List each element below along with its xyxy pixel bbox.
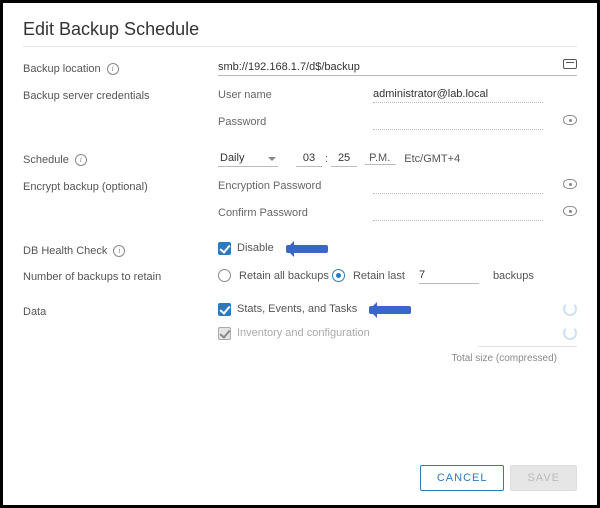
username-input[interactable] <box>373 86 543 103</box>
annotation-arrow-icon <box>363 302 411 316</box>
frequency-select[interactable]: Daily <box>218 150 278 167</box>
divider <box>478 346 577 347</box>
retain-last-pre: Retain last <box>353 270 405 282</box>
label-username: User name <box>218 89 373 101</box>
password-input[interactable] <box>373 113 543 130</box>
hour-input[interactable] <box>296 150 322 167</box>
info-icon[interactable]: i <box>107 63 119 75</box>
timezone-text: Etc/GMT+4 <box>396 153 460 165</box>
disable-checkbox[interactable]: Disable <box>218 242 274 255</box>
info-icon[interactable]: i <box>113 245 125 257</box>
encryption-password-input[interactable] <box>373 177 543 194</box>
retain-last-post: backups <box>493 270 534 282</box>
label-db-health: DB Health Check <box>23 245 107 257</box>
save-button[interactable]: SAVE <box>510 465 577 491</box>
retain-all-radio[interactable]: Retain all backups <box>218 269 329 282</box>
eye-icon[interactable] <box>563 179 577 189</box>
total-size-label: Total size (compressed) <box>218 353 577 364</box>
label-password: Password <box>218 116 373 128</box>
label-enc-pw: Encryption Password <box>218 180 373 192</box>
eye-icon[interactable] <box>563 115 577 125</box>
eye-icon[interactable] <box>563 206 577 216</box>
loading-spinner-icon <box>563 302 577 316</box>
dialog-title: Edit Backup Schedule <box>23 19 577 40</box>
retain-count-input[interactable] <box>419 267 479 284</box>
stats-label: Stats, Events, and Tasks <box>237 303 357 315</box>
divider <box>23 46 577 47</box>
label-retain: Number of backups to retain <box>23 271 161 283</box>
credential-card-icon[interactable] <box>563 59 577 69</box>
stats-checkbox[interactable]: Stats, Events, and Tasks <box>218 303 357 316</box>
dialog: Edit Backup Schedule Backup location i B… <box>3 3 597 505</box>
label-conf-pw: Confirm Password <box>218 207 373 219</box>
ampm-toggle[interactable]: P.M. <box>365 152 396 165</box>
label-credentials: Backup server credentials <box>23 90 150 102</box>
disable-label: Disable <box>237 242 274 254</box>
label-backup-location: Backup location <box>23 63 101 75</box>
inventory-checkbox: Inventory and configuration <box>218 327 370 340</box>
minute-input[interactable] <box>331 150 357 167</box>
label-data: Data <box>23 306 46 318</box>
annotation-arrow-icon <box>280 241 328 255</box>
time-colon: : <box>322 153 331 165</box>
confirm-password-input[interactable] <box>373 204 543 221</box>
cancel-button[interactable]: CANCEL <box>420 465 505 491</box>
backup-location-input[interactable] <box>218 59 577 76</box>
retain-all-label: Retain all backups <box>239 270 329 282</box>
label-schedule: Schedule <box>23 154 69 166</box>
inventory-label: Inventory and configuration <box>237 327 370 339</box>
loading-spinner-icon <box>563 326 577 340</box>
label-encrypt: Encrypt backup (optional) <box>23 181 148 193</box>
retain-last-radio[interactable]: Retain last backups <box>332 267 534 284</box>
info-icon[interactable]: i <box>75 154 87 166</box>
